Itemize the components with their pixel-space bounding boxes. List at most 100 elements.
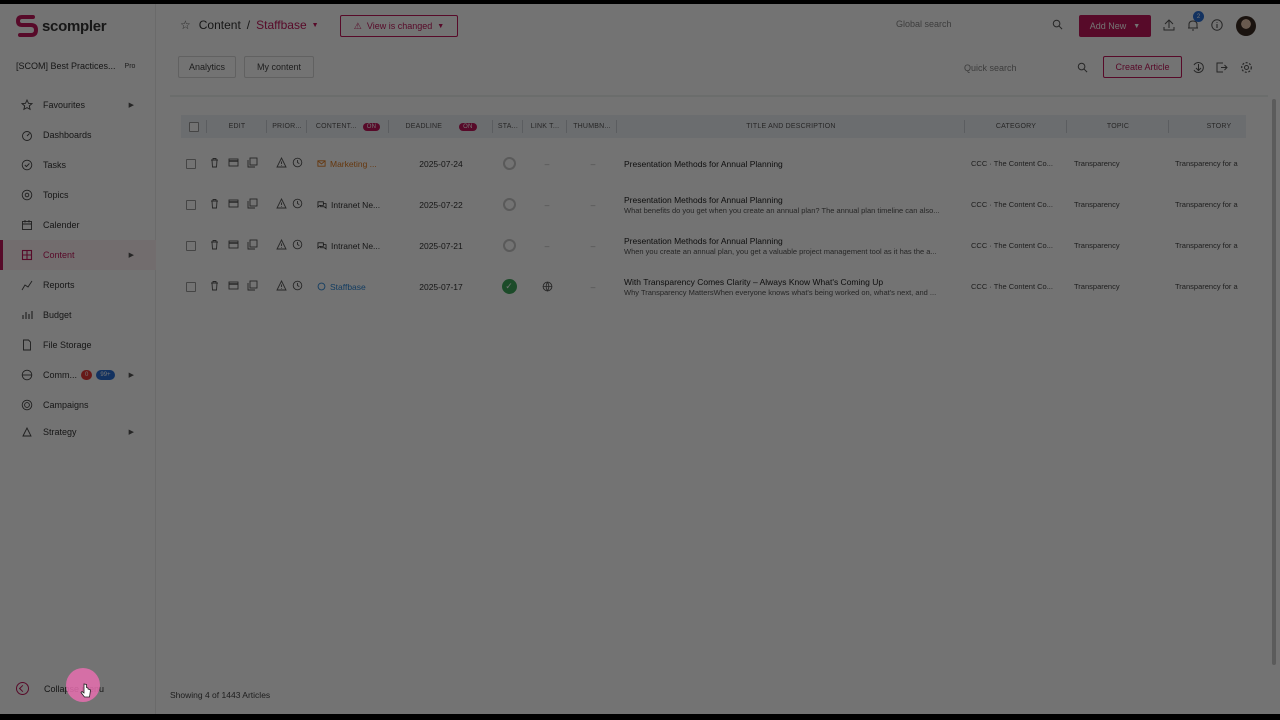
import-icon[interactable] xyxy=(1192,61,1205,74)
column-edit[interactable]: EDIT xyxy=(207,115,267,138)
nav-item-campaigns[interactable]: Campaigns xyxy=(0,390,156,420)
open-editor-icon[interactable] xyxy=(228,280,239,291)
title-cell[interactable]: Presentation Methods for Annual Planning… xyxy=(624,184,964,225)
open-editor-icon[interactable] xyxy=(228,239,239,250)
export-icon[interactable] xyxy=(1215,61,1228,74)
nav-item-favourites[interactable]: Favourites ▶ xyxy=(0,90,156,120)
global-search-input[interactable]: Global search xyxy=(896,19,1068,29)
row-checkbox[interactable] xyxy=(186,158,196,169)
category-cell[interactable]: CCC · The Content Co... xyxy=(971,266,1065,307)
user-avatar[interactable] xyxy=(1236,16,1256,36)
open-editor-icon[interactable] xyxy=(228,157,239,168)
column-link[interactable]: LINK T... xyxy=(523,115,567,138)
nav-item-file-storage[interactable]: File Storage xyxy=(0,330,156,360)
duplicate-icon[interactable] xyxy=(247,198,258,209)
chevron-down-icon[interactable]: ▼ xyxy=(312,22,319,29)
nav-item-community[interactable]: Comm... 0 99+ ▶ xyxy=(0,360,156,390)
column-category[interactable]: CATEGORY xyxy=(965,115,1067,138)
column-story[interactable]: STORY xyxy=(1169,115,1269,138)
column-content[interactable]: CONTENT... ON xyxy=(307,115,389,138)
clock-icon[interactable] xyxy=(292,198,303,209)
nav-item-content[interactable]: Content ▶ xyxy=(0,240,156,270)
story-cell[interactable]: Transparency for a xyxy=(1175,143,1247,184)
channel-cell[interactable]: Marketing ... xyxy=(317,143,387,184)
workspace-selector[interactable]: [SCOM] Best Practices... Pro xyxy=(16,61,148,71)
column-status[interactable]: STA... xyxy=(493,115,523,138)
duplicate-icon[interactable] xyxy=(247,157,258,168)
priority-warning-icon[interactable] xyxy=(276,198,287,209)
priority-warning-icon[interactable] xyxy=(276,157,287,168)
row-checkbox[interactable] xyxy=(186,199,196,210)
quick-search-input[interactable]: Quick search xyxy=(964,63,1084,73)
column-topic[interactable]: TOPIC xyxy=(1067,115,1169,138)
topic-cell[interactable]: Transparency xyxy=(1074,266,1164,307)
nav-item-reports[interactable]: Reports xyxy=(0,270,156,300)
duplicate-icon[interactable] xyxy=(247,280,258,291)
story-cell[interactable]: Transparency for a xyxy=(1175,184,1247,225)
nav-item-topics[interactable]: Topics xyxy=(0,180,156,210)
open-editor-icon[interactable] xyxy=(228,198,239,209)
view-changed-button[interactable]: ⚠ View is changed ▼ xyxy=(340,15,458,37)
topic-cell[interactable]: Transparency xyxy=(1074,225,1164,266)
table-row[interactable]: Staffbase 2025-07-17 ✓ – With Transparen… xyxy=(181,266,1246,307)
status-open-icon[interactable] xyxy=(502,198,516,211)
nav-item-budget[interactable]: Budget xyxy=(0,300,156,330)
info-icon[interactable] xyxy=(1210,18,1224,32)
table-row[interactable]: Intranet Ne... 2025-07-22 – – Presentati… xyxy=(181,184,1246,225)
channel-cell[interactable]: Intranet Ne... xyxy=(317,184,387,225)
topic-cell[interactable]: Transparency xyxy=(1074,143,1164,184)
nav-item-calender[interactable]: Calender xyxy=(0,210,156,240)
row-checkbox[interactable] xyxy=(186,240,196,251)
search-icon[interactable] xyxy=(1077,62,1088,73)
column-title[interactable]: TITLE AND DESCRIPTION xyxy=(617,115,965,138)
channel-cell[interactable]: Intranet Ne... xyxy=(317,225,387,266)
priority-warning-icon[interactable] xyxy=(276,280,287,291)
nav-item-tasks[interactable]: Tasks xyxy=(0,150,156,180)
clock-icon[interactable] xyxy=(292,280,303,291)
create-article-button[interactable]: Create Article xyxy=(1103,56,1182,78)
breadcrumb-current[interactable]: Staffbase xyxy=(256,18,306,32)
delete-icon[interactable] xyxy=(209,157,220,168)
category-cell[interactable]: CCC · The Content Co... xyxy=(971,143,1065,184)
clock-icon[interactable] xyxy=(292,239,303,250)
nav-item-strategy[interactable]: Strategy ▶ xyxy=(0,420,156,444)
status-done-icon[interactable]: ✓ xyxy=(501,279,517,294)
globe-icon[interactable] xyxy=(542,281,553,292)
deadline-cell[interactable]: 2025-07-21 xyxy=(389,225,493,266)
status-open-icon[interactable] xyxy=(502,157,516,170)
favourite-star-icon[interactable]: ☆ xyxy=(180,18,191,32)
row-checkbox[interactable] xyxy=(186,281,196,292)
column-thumbnail[interactable]: THUMBN... xyxy=(567,115,617,138)
breadcrumb-root[interactable]: Content xyxy=(199,18,241,32)
tab-analytics[interactable]: Analytics xyxy=(178,56,236,78)
deadline-cell[interactable]: 2025-07-22 xyxy=(389,184,493,225)
title-cell[interactable]: Presentation Methods for Annual Planning… xyxy=(624,225,964,266)
category-cell[interactable]: CCC · The Content Co... xyxy=(971,184,1065,225)
delete-icon[interactable] xyxy=(209,280,220,291)
search-icon[interactable] xyxy=(1052,19,1063,30)
tab-my-content[interactable]: My content xyxy=(244,56,314,78)
table-row[interactable]: Marketing ... 2025-07-24 – – Presentatio… xyxy=(181,143,1246,184)
select-all-checkbox[interactable] xyxy=(189,121,199,132)
category-cell[interactable]: CCC · The Content Co... xyxy=(971,225,1065,266)
title-cell[interactable]: With Transparency Comes Clarity – Always… xyxy=(624,266,964,307)
clock-icon[interactable] xyxy=(292,157,303,168)
duplicate-icon[interactable] xyxy=(247,239,258,250)
priority-warning-icon[interactable] xyxy=(276,239,287,250)
topic-cell[interactable]: Transparency xyxy=(1074,184,1164,225)
deadline-cell[interactable]: 2025-07-17 xyxy=(389,266,493,307)
delete-icon[interactable] xyxy=(209,198,220,209)
collapse-menu-button[interactable]: Collapse menu xyxy=(16,682,104,695)
nav-item-dashboards[interactable]: Dashboards xyxy=(0,120,156,150)
table-row[interactable]: Intranet Ne... 2025-07-21 – – Presentati… xyxy=(181,225,1246,266)
column-priority[interactable]: PRIOR... xyxy=(267,115,307,138)
gear-icon[interactable] xyxy=(1240,61,1253,74)
story-cell[interactable]: Transparency for a xyxy=(1175,266,1247,307)
deadline-cell[interactable]: 2025-07-24 xyxy=(389,143,493,184)
logo[interactable]: scompler xyxy=(16,14,107,38)
vertical-scrollbar[interactable] xyxy=(1272,99,1276,665)
status-open-icon[interactable] xyxy=(502,239,516,252)
upload-icon[interactable] xyxy=(1162,18,1176,32)
story-cell[interactable]: Transparency for a xyxy=(1175,225,1247,266)
add-new-button[interactable]: Add New ▼ xyxy=(1079,15,1151,37)
